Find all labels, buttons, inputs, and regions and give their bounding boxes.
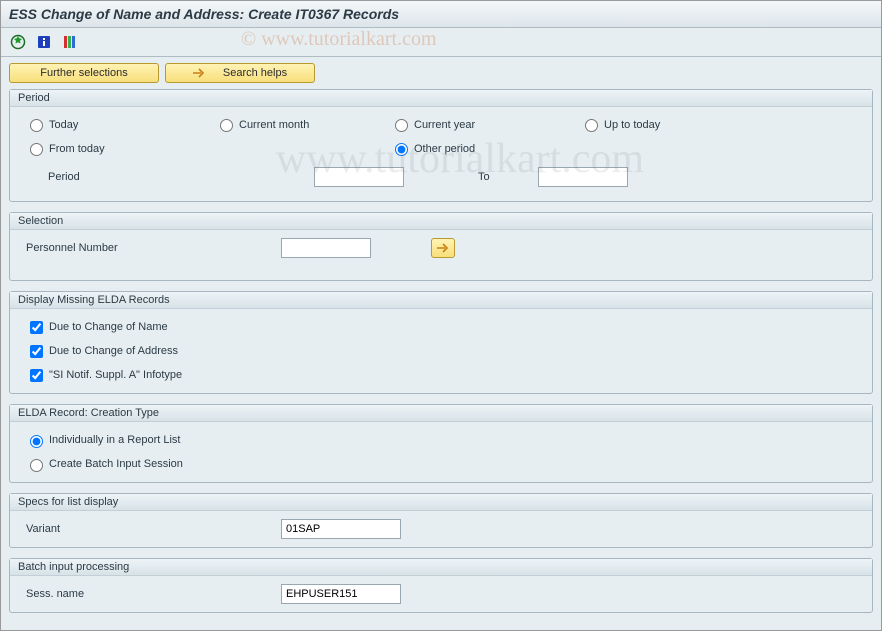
period-up-to-today-radio[interactable] — [585, 119, 598, 132]
creation-type-group: ELDA Record: Creation Type Individually … — [9, 404, 873, 483]
creation-batch-radio[interactable] — [30, 459, 43, 472]
search-helps-button[interactable]: Search helps — [165, 63, 315, 83]
execute-icon[interactable] — [9, 33, 27, 51]
search-helps-label: Search helps — [223, 67, 287, 79]
further-selections-button[interactable]: Further selections — [9, 63, 159, 83]
display-missing-group: Display Missing ELDA Records Due to Chan… — [9, 291, 873, 394]
selection-button-bar: Further selections Search helps — [1, 57, 881, 89]
arrow-right-icon — [437, 243, 449, 253]
period-to-label: To — [454, 171, 538, 183]
title-bar: ESS Change of Name and Address: Create I… — [1, 1, 881, 28]
sess-name-label: Sess. name — [20, 582, 281, 606]
period-current-year-radio[interactable] — [395, 119, 408, 132]
period-from-label: Period — [20, 171, 258, 183]
period-from-input[interactable] — [314, 167, 404, 187]
selection-legend: Selection — [10, 213, 872, 230]
batch-input-group: Batch input processing Sess. name — [9, 558, 873, 613]
period-group: Period Today Current month Current year — [9, 89, 873, 202]
period-current-month-radio[interactable] — [220, 119, 233, 132]
selection-group: Selection Personnel Number — [9, 212, 873, 281]
period-current-year-label: Current year — [414, 119, 475, 131]
change-address-checkbox[interactable] — [30, 345, 43, 358]
multiple-selection-button[interactable] — [431, 238, 455, 258]
specs-group: Specs for list display Variant — [9, 493, 873, 548]
color-bars-icon[interactable] — [61, 33, 79, 51]
sess-name-input[interactable] — [281, 584, 401, 604]
period-current-month-label: Current month — [239, 119, 309, 131]
creation-batch-label: Create Batch Input Session — [49, 452, 183, 476]
personnel-number-input[interactable] — [281, 238, 371, 258]
personnel-number-label: Personnel Number — [20, 236, 281, 260]
change-name-label: Due to Change of Name — [49, 315, 168, 339]
watermark-small: © www.tutorialkart.com — [241, 28, 437, 51]
icon-toolbar: © www.tutorialkart.com — [1, 28, 881, 57]
window-title: ESS Change of Name and Address: Create I… — [9, 6, 399, 22]
period-today-radio[interactable] — [30, 119, 43, 132]
creation-individually-label: Individually in a Report List — [49, 428, 180, 452]
period-from-today-label: From today — [49, 143, 105, 155]
display-missing-legend: Display Missing ELDA Records — [10, 292, 872, 309]
change-address-label: Due to Change of Address — [49, 339, 178, 363]
si-notif-checkbox[interactable] — [30, 369, 43, 382]
period-today-label: Today — [49, 119, 78, 131]
period-up-to-today-label: Up to today — [604, 119, 660, 131]
info-icon[interactable] — [35, 33, 53, 51]
creation-individually-radio[interactable] — [30, 435, 43, 448]
period-from-today-radio[interactable] — [30, 143, 43, 156]
arrow-right-icon — [193, 68, 205, 78]
si-notif-label: "SI Notif. Suppl. A" Infotype — [49, 363, 182, 387]
period-other-label: Other period — [414, 143, 475, 155]
specs-legend: Specs for list display — [10, 494, 872, 511]
variant-input[interactable] — [281, 519, 401, 539]
further-selections-label: Further selections — [40, 67, 127, 79]
period-legend: Period — [10, 90, 872, 107]
sap-window: ESS Change of Name and Address: Create I… — [0, 0, 882, 631]
period-to-input[interactable] — [538, 167, 628, 187]
change-name-checkbox[interactable] — [30, 321, 43, 334]
period-other-radio[interactable] — [395, 143, 408, 156]
variant-label: Variant — [20, 517, 281, 541]
content-area: Period Today Current month Current year — [1, 89, 881, 621]
batch-input-legend: Batch input processing — [10, 559, 872, 576]
creation-type-legend: ELDA Record: Creation Type — [10, 405, 872, 422]
